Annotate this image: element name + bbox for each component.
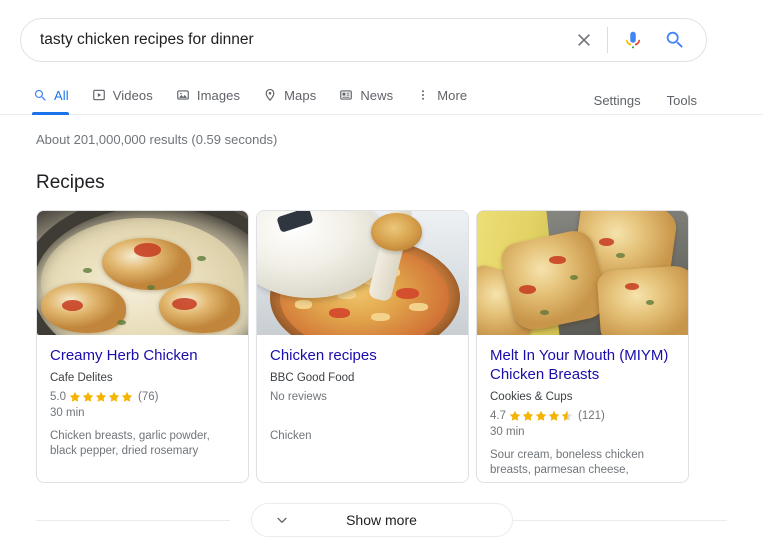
image-icon: [175, 87, 191, 103]
tab-all-label: All: [54, 87, 69, 103]
review-count: (76): [138, 391, 159, 403]
recipe-image: [257, 211, 468, 335]
recipe-rating: 5.0 (76): [50, 389, 235, 405]
tab-maps[interactable]: Maps: [262, 78, 316, 114]
rating-value: 4.7: [490, 410, 506, 422]
tab-maps-label: Maps: [284, 87, 317, 103]
recipe-card[interactable]: Chicken recipes BBC Good Food No reviews…: [256, 210, 469, 483]
tab-videos[interactable]: Videos: [91, 78, 153, 114]
recipe-card-body: Chicken recipes BBC Good Food No reviews…: [257, 335, 468, 482]
tab-news-label: News: [360, 87, 394, 103]
recipe-image: [477, 211, 688, 335]
recipe-source: Cafe Delites: [50, 372, 113, 384]
star-rating-icon: [509, 410, 575, 422]
news-icon: [338, 87, 354, 103]
tab-images[interactable]: Images: [175, 78, 240, 114]
recipes-heading: Recipes: [36, 172, 105, 193]
tab-more-label: More: [437, 87, 468, 103]
tab-all[interactable]: All: [32, 78, 69, 115]
search-icon: [32, 87, 48, 103]
divider-left: [36, 520, 230, 521]
tab-more[interactable]: More: [415, 78, 467, 114]
recipe-title[interactable]: Chicken recipes: [270, 346, 455, 365]
recipe-card-body: Creamy Herb Chicken Cafe Delites 5.0 (76…: [37, 335, 248, 482]
map-pin-icon: [262, 87, 278, 103]
search-box[interactable]: [20, 18, 707, 62]
result-stats: About 201,000,000 results (0.59 seconds): [36, 132, 278, 147]
nav-utility-links: Settings Tools: [594, 93, 697, 108]
search-icon[interactable]: [660, 25, 690, 55]
recipe-ingredients: Sour cream, boneless chicken breasts, pa…: [490, 449, 645, 476]
tab-news[interactable]: News: [338, 78, 393, 114]
tab-images-label: Images: [196, 87, 241, 103]
tools-link[interactable]: Tools: [667, 93, 697, 108]
recipe-time-placeholder: [270, 405, 455, 421]
recipe-card[interactable]: Creamy Herb Chicken Cafe Delites 5.0 (76…: [36, 210, 249, 483]
video-icon: [91, 87, 107, 103]
tab-videos-label: Videos: [112, 87, 153, 103]
search-bar-container: [0, 0, 763, 62]
recipe-card-carousel: Creamy Herb Chicken Cafe Delites 5.0 (76…: [36, 210, 763, 483]
recipe-image: [37, 211, 248, 335]
search-divider: [607, 27, 608, 53]
recipe-time: 30 min: [490, 426, 525, 438]
more-vertical-icon: [415, 87, 431, 103]
settings-link[interactable]: Settings: [594, 93, 641, 108]
nav-tab-list: All Videos Images Maps News More: [32, 78, 489, 115]
recipe-card[interactable]: Melt In Your Mouth (MIYM) Chicken Breast…: [476, 210, 689, 483]
recipe-title[interactable]: Creamy Herb Chicken: [50, 346, 235, 365]
recipe-time: 30 min: [50, 407, 85, 419]
recipe-card-body: Melt In Your Mouth (MIYM) Chicken Breast…: [477, 335, 688, 482]
review-count: (121): [578, 410, 605, 422]
recipe-title[interactable]: Melt In Your Mouth (MIYM) Chicken Breast…: [490, 346, 675, 384]
divider-right: [497, 520, 727, 521]
microphone-icon[interactable]: [620, 25, 646, 55]
star-rating-icon: [69, 391, 135, 403]
close-icon[interactable]: [569, 25, 599, 55]
rating-value: 5.0: [50, 391, 66, 403]
active-tab-underline: [32, 112, 69, 115]
recipe-ingredients: Chicken breasts, garlic powder, black pe…: [50, 430, 210, 457]
recipe-ingredients: Chicken: [270, 430, 312, 442]
recipe-rating: 4.7 (121): [490, 408, 675, 424]
search-nav-tabs: All Videos Images Maps News More Setting…: [0, 78, 763, 115]
chevron-down-icon: [274, 512, 290, 528]
show-more-button[interactable]: Show more: [250, 503, 513, 537]
search-input[interactable]: [21, 25, 569, 55]
show-more-label: Show more: [346, 512, 417, 528]
show-more-container: Show more: [0, 503, 763, 537]
recipe-no-reviews: No reviews: [270, 391, 327, 403]
recipe-source: Cookies & Cups: [490, 391, 573, 403]
recipe-source: BBC Good Food: [270, 372, 355, 384]
